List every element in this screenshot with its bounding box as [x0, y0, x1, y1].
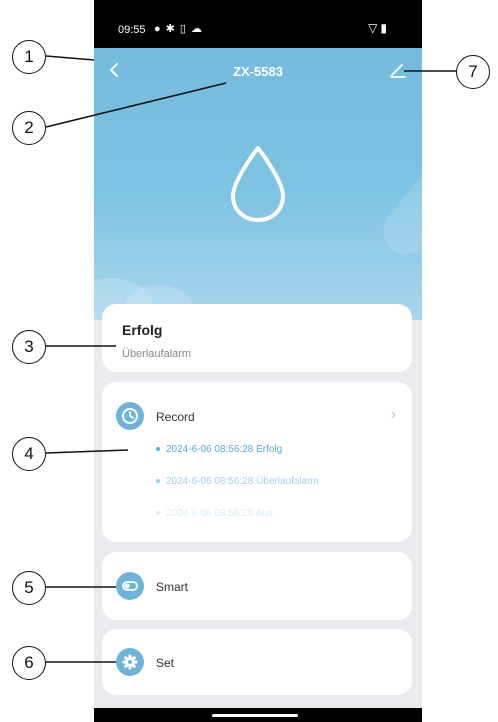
callout-7: 7 [456, 55, 490, 89]
callout-4: 4 [12, 437, 46, 471]
callout-leaders [45, 55, 456, 663]
callout-3: 3 [12, 330, 46, 364]
callout-2: 2 [12, 111, 46, 145]
callout-5: 5 [12, 571, 46, 605]
callout-1: 1 [12, 40, 46, 74]
callout-6: 6 [12, 646, 46, 680]
